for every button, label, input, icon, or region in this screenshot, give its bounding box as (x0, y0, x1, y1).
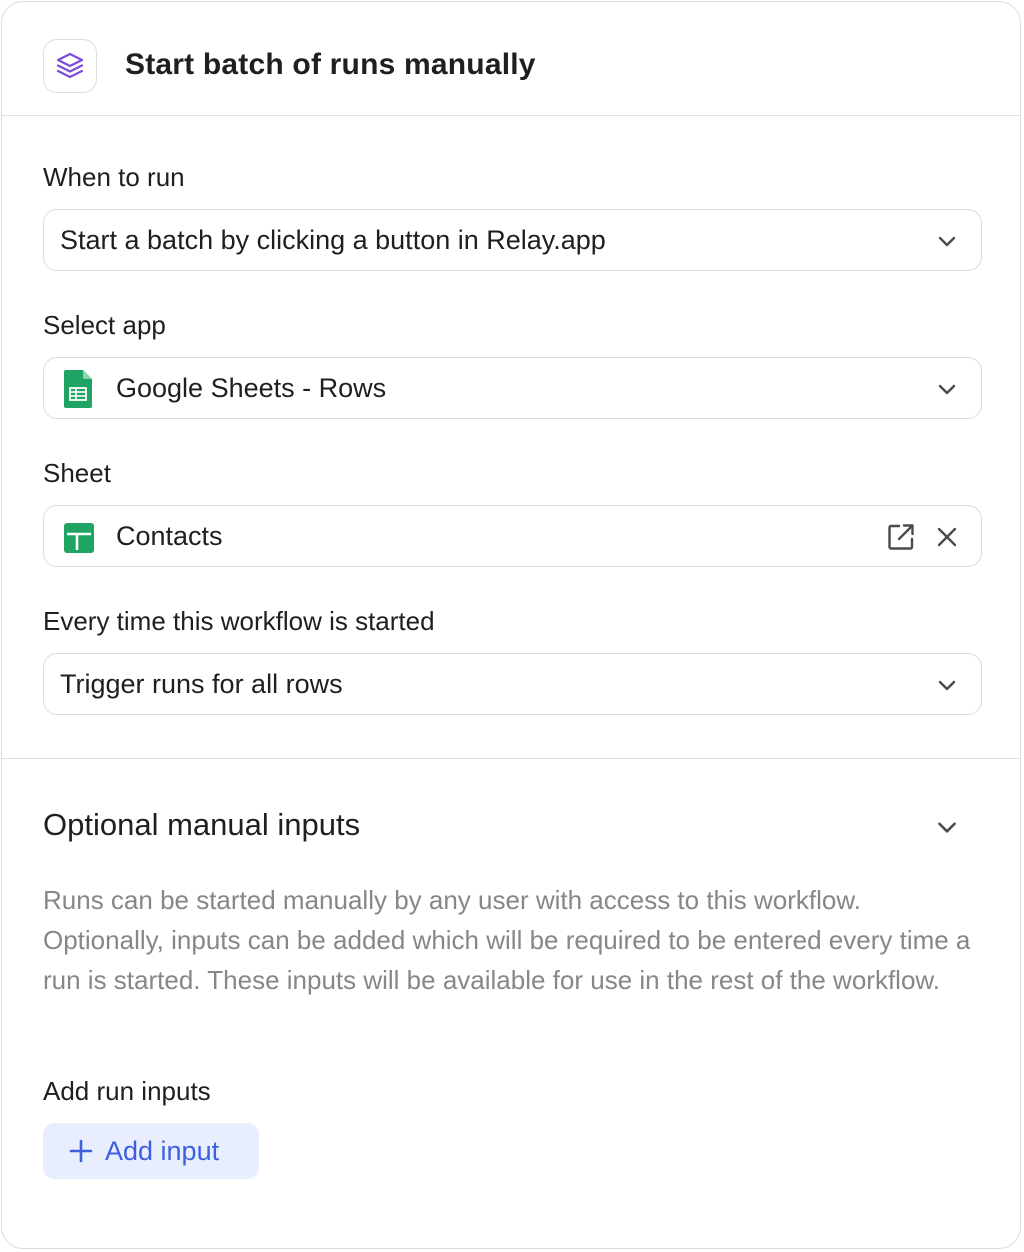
chevron-down-icon (938, 680, 956, 691)
add-input-button[interactable]: Add input (43, 1123, 259, 1179)
select-app-label: Select app (43, 310, 166, 340)
section-divider (2, 758, 1020, 759)
open-external-icon[interactable] (887, 523, 915, 551)
every-time-label: Every time this workflow is started (43, 606, 435, 636)
trigger-icon-badge (43, 39, 97, 93)
every-time-value: Trigger runs for all rows (60, 669, 343, 699)
sheet-label: Sheet (43, 458, 111, 488)
panel-header: Start batch of runs manually (2, 2, 1020, 116)
google-sheets-icon (64, 370, 92, 408)
close-icon[interactable] (935, 525, 959, 549)
add-input-label: Add input (105, 1135, 220, 1166)
select-app-select[interactable]: Google Sheets - Rows (43, 357, 982, 419)
optional-inputs-description: Runs can be started manually by any user… (43, 885, 971, 995)
sheet-value: Contacts (116, 521, 223, 551)
when-to-run-label: When to run (43, 162, 185, 192)
sheet-select[interactable]: Contacts (43, 505, 982, 567)
sheet-file-icon (64, 523, 94, 553)
plus-icon (69, 1139, 93, 1163)
chevron-down-icon (938, 384, 956, 395)
select-app-value: Google Sheets - Rows (116, 373, 387, 403)
when-to-run-select[interactable]: Start a batch by clicking a button in Re… (43, 209, 982, 271)
layers-icon (56, 52, 84, 79)
add-run-inputs-label: Add run inputs (43, 1076, 211, 1106)
trigger-config-panel: Start batch of runs manually When to run… (1, 1, 1021, 1249)
when-to-run-value: Start a batch by clicking a button in Re… (60, 225, 606, 255)
panel-title: Start batch of runs manually (125, 48, 536, 81)
chevron-down-icon[interactable] (934, 814, 960, 840)
every-time-select[interactable]: Trigger runs for all rows (43, 653, 982, 715)
optional-inputs-title: Optional manual inputs (43, 807, 361, 842)
chevron-down-icon (938, 236, 956, 247)
